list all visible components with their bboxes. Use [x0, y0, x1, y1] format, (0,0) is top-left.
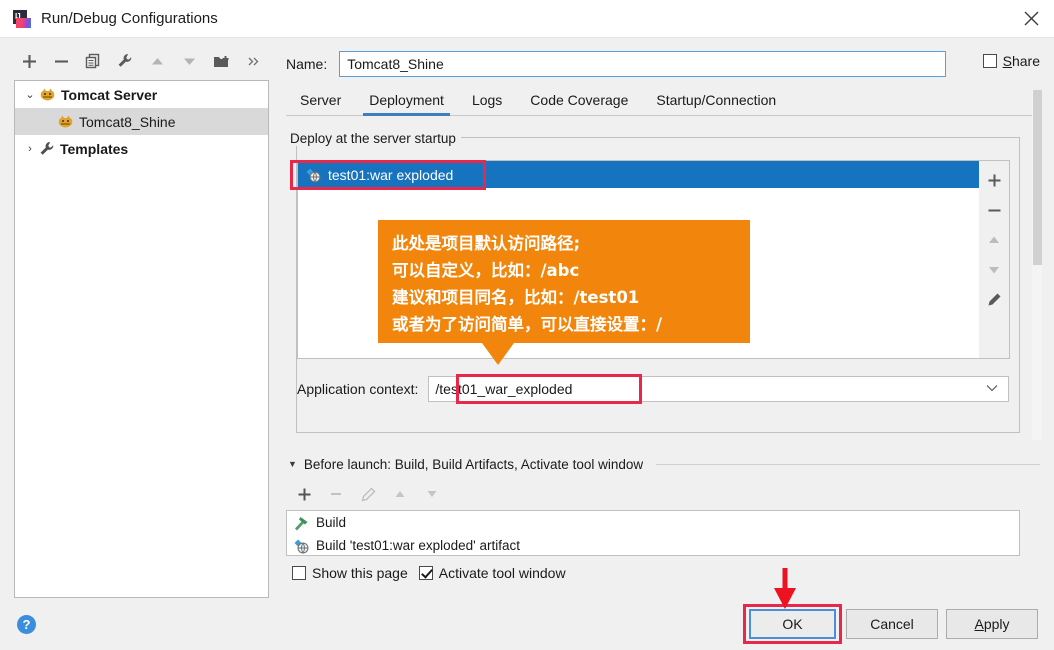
list-item-label: Build 'test01:war exploded' artifact: [316, 538, 521, 553]
share-checkbox[interactable]: Share: [982, 53, 1040, 69]
cancel-button[interactable]: Cancel: [846, 609, 938, 639]
artifact-icon: [293, 538, 310, 554]
run-debug-configurations-dialog: IJ Run/Debug Configurations ⌄ Tomcat Ser…: [0, 0, 1054, 650]
move-artifact-up-button[interactable]: [983, 229, 1005, 251]
annotation-callout: 此处是项目默认访问路径; 可以自定义，比如：/abc 建议和项目同名，比如：/t…: [378, 220, 750, 343]
tab-startup-connection[interactable]: Startup/Connection: [642, 92, 790, 115]
before-launch-header[interactable]: ▼ Before launch: Build, Build Artifacts,…: [288, 454, 1040, 474]
show-this-page-checkbox[interactable]: Show this page: [292, 565, 408, 581]
before-launch-title: Before launch: Build, Build Artifacts, A…: [303, 456, 644, 472]
copy-configuration-button[interactable]: [78, 47, 108, 75]
window-title: Run/Debug Configurations: [41, 10, 218, 27]
edit-artifact-button[interactable]: [983, 289, 1005, 311]
move-up-button[interactable]: [142, 47, 172, 75]
sidebar-item-label: Tomcat Server: [61, 86, 158, 103]
share-rest: hare: [1011, 53, 1040, 69]
apply-button[interactable]: Apply: [946, 609, 1038, 639]
triangle-down-icon[interactable]: ▼: [288, 459, 297, 469]
before-launch-move-down-button[interactable]: [418, 481, 446, 507]
before-launch-remove-button[interactable]: [322, 481, 350, 507]
remove-artifact-button[interactable]: [983, 199, 1005, 221]
callout-line-3: 建议和项目同名，比如：/test01: [392, 288, 640, 307]
callout-line-4: 或者为了访问简单，可以直接设置：/: [392, 315, 663, 334]
tab-server[interactable]: Server: [286, 92, 355, 115]
before-launch-toolbar: [290, 480, 490, 508]
deploy-list-toolbar: [979, 160, 1010, 359]
chevron-down-icon[interactable]: [986, 383, 998, 395]
sidebar-item-label: Templates: [60, 140, 129, 157]
chevron-down-icon[interactable]: ⌄: [21, 88, 39, 101]
move-artifact-down-button[interactable]: [983, 259, 1005, 281]
share-checkbox-box[interactable]: [982, 54, 997, 68]
callout-pointer-tail: [482, 343, 514, 365]
tomcat-cat-icon: [57, 114, 74, 129]
activate-tool-window-checkbox-box[interactable]: [418, 566, 433, 580]
before-launch-add-button[interactable]: [290, 481, 318, 507]
application-context-label: Application context:: [297, 381, 419, 397]
artifact-icon: [305, 167, 322, 183]
list-item[interactable]: Build 'test01:war exploded' artifact: [287, 534, 1019, 557]
name-label: Name:: [286, 56, 328, 72]
show-this-page-checkbox-box[interactable]: [292, 566, 306, 580]
ok-button[interactable]: OK: [749, 609, 836, 639]
application-context-combobox[interactable]: /test01_war_exploded: [428, 376, 1009, 402]
share-checkbox-label: Share: [1003, 53, 1040, 69]
application-context-value: /test01_war_exploded: [435, 381, 573, 397]
configuration-tabs: Server Deployment Logs Code Coverage Sta…: [286, 84, 1040, 116]
apply-rest: pply: [983, 616, 1010, 632]
more-options-button[interactable]: [238, 47, 268, 75]
intellij-idea-icon: IJ: [13, 9, 31, 28]
close-icon[interactable]: [1008, 0, 1054, 37]
share-mnemonic: S: [1002, 53, 1012, 69]
help-icon[interactable]: ?: [17, 615, 36, 634]
activate-tool-window-label: Activate tool window: [438, 565, 566, 581]
add-artifact-button[interactable]: [983, 169, 1005, 191]
tab-code-coverage[interactable]: Code Coverage: [516, 92, 642, 115]
tab-logs[interactable]: Logs: [458, 92, 516, 115]
content-scrollbar-thumb[interactable]: [1033, 90, 1042, 265]
application-context-row: Application context: /test01_war_explode…: [297, 375, 1009, 403]
wrench-icon[interactable]: [110, 47, 140, 75]
configurations-toolbar: [14, 44, 276, 78]
new-folder-button[interactable]: [206, 47, 236, 75]
hammer-icon: [293, 515, 310, 531]
content-scrollbar[interactable]: [1032, 90, 1042, 440]
deploy-group-title: Deploy at the server startup: [286, 131, 461, 146]
sidebar-item-templates[interactable]: › Templates: [15, 135, 268, 162]
sidebar-item-tomcat8-shine[interactable]: Tomcat8_Shine: [15, 108, 268, 135]
add-configuration-button[interactable]: [14, 47, 44, 75]
list-item-label: Build: [316, 515, 347, 530]
before-launch-list[interactable]: Build Build 'test01:war exploded' artifa…: [286, 510, 1020, 556]
list-item[interactable]: test01:war exploded: [298, 161, 979, 188]
callout-line-2: 可以自定义，比如：/abc: [392, 261, 580, 280]
configurations-tree[interactable]: ⌄ Tomcat Server Tomcat8_Shine › Template…: [14, 80, 269, 598]
ok-button-arrow-annotation: [772, 568, 798, 613]
before-launch-options: Show this page Activate tool window: [292, 565, 566, 581]
chevron-right-icon[interactable]: ›: [21, 143, 39, 155]
tomcat-cat-icon: [39, 87, 56, 102]
sidebar-item-tomcat-server[interactable]: ⌄ Tomcat Server: [15, 81, 268, 108]
name-input[interactable]: [339, 51, 946, 77]
name-row: Name:: [286, 50, 946, 78]
before-launch-edit-button[interactable]: [354, 481, 382, 507]
remove-configuration-button[interactable]: [46, 47, 76, 75]
before-launch-separator: [656, 463, 1040, 465]
tab-deployment[interactable]: Deployment: [355, 92, 458, 116]
move-down-button[interactable]: [174, 47, 204, 75]
callout-line-1: 此处是项目默认访问路径;: [392, 234, 581, 253]
wrench-icon: [39, 141, 55, 157]
show-this-page-label: Show this page: [312, 565, 408, 581]
list-item[interactable]: Build: [287, 511, 1019, 534]
title-bar: IJ Run/Debug Configurations: [0, 0, 1054, 38]
sidebar-item-label: Tomcat8_Shine: [79, 113, 176, 130]
apply-mnemonic: A: [974, 616, 984, 632]
before-launch-move-up-button[interactable]: [386, 481, 414, 507]
list-item-label: test01:war exploded: [328, 166, 454, 183]
activate-tool-window-checkbox[interactable]: Activate tool window: [418, 565, 566, 581]
